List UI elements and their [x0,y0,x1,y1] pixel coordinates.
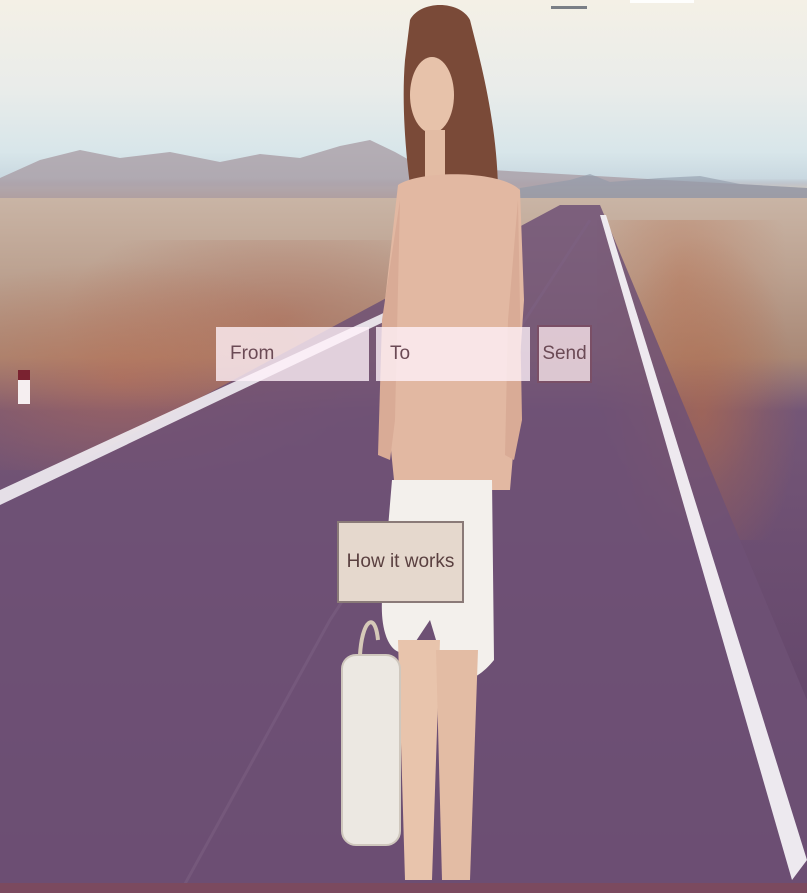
menu-indicator[interactable] [551,6,587,9]
footer-strip [0,883,807,893]
landing-page: Send How it works [0,0,807,893]
header-accent [630,0,694,3]
from-input[interactable] [216,327,369,381]
how-it-works-button[interactable]: How it works [337,521,464,603]
send-button[interactable]: Send [537,325,592,383]
to-input[interactable] [376,327,530,381]
traveler-figure [341,5,524,880]
